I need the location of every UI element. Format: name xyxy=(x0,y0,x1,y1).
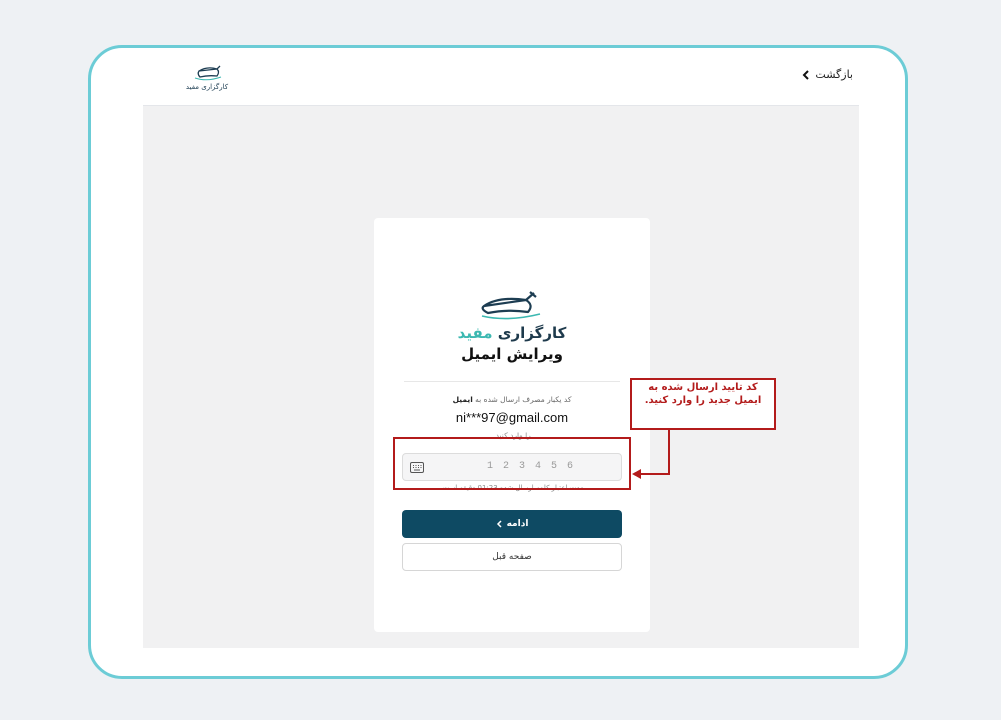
brand-name-main: کارگزاری xyxy=(497,324,567,342)
continue-button[interactable]: ادامه xyxy=(402,510,622,538)
annotation-callout: کد تایید ارسال شده به ایمیل جدید را وارد… xyxy=(630,378,776,430)
device-frame: کارگزاری مفید بازگشت کارگزاری مفید ویرای… xyxy=(88,45,908,679)
content-area: کارگزاری مفید ویرایش ایمیل کد یکبار مصرف… xyxy=(143,106,859,648)
chevron-left-icon xyxy=(496,520,502,528)
otp-instruction: کد یکبار مصرف ارسال شده به ایمیل xyxy=(374,395,650,404)
back-link[interactable]: بازگشت xyxy=(802,68,853,81)
masked-email: ni***97@gmail.com xyxy=(455,410,569,425)
page-title: ویرایش ایمیل xyxy=(461,345,563,363)
edit-email-card: کارگزاری مفید ویرایش ایمیل کد یکبار مصرف… xyxy=(374,218,650,632)
chevron-left-icon xyxy=(803,69,810,80)
previous-page-label: صفحه قبل xyxy=(492,552,532,562)
logo-bull-icon xyxy=(481,291,541,320)
logo-bull-icon xyxy=(194,65,222,81)
brand-logo: کارگزاری مفید xyxy=(374,288,650,344)
header-logo[interactable]: کارگزاری مفید xyxy=(177,62,237,96)
continue-label: ادامه xyxy=(506,519,529,529)
previous-page-button[interactable]: صفحه قبل xyxy=(402,543,622,571)
header-logo-text: کارگزاری مفید xyxy=(185,83,229,91)
divider xyxy=(404,381,620,382)
top-bar: کارگزاری مفید بازگشت xyxy=(143,48,859,106)
otp-instruction-prefix: کد یکبار مصرف ارسال شده به xyxy=(475,395,572,404)
otp-instruction-bold: ایمیل xyxy=(452,395,473,404)
annotation-highlight-box xyxy=(393,437,631,490)
back-label: بازگشت xyxy=(815,68,853,81)
brand-name: کارگزاری مفید xyxy=(374,324,650,342)
brand-name-accent: مفید xyxy=(457,324,493,342)
